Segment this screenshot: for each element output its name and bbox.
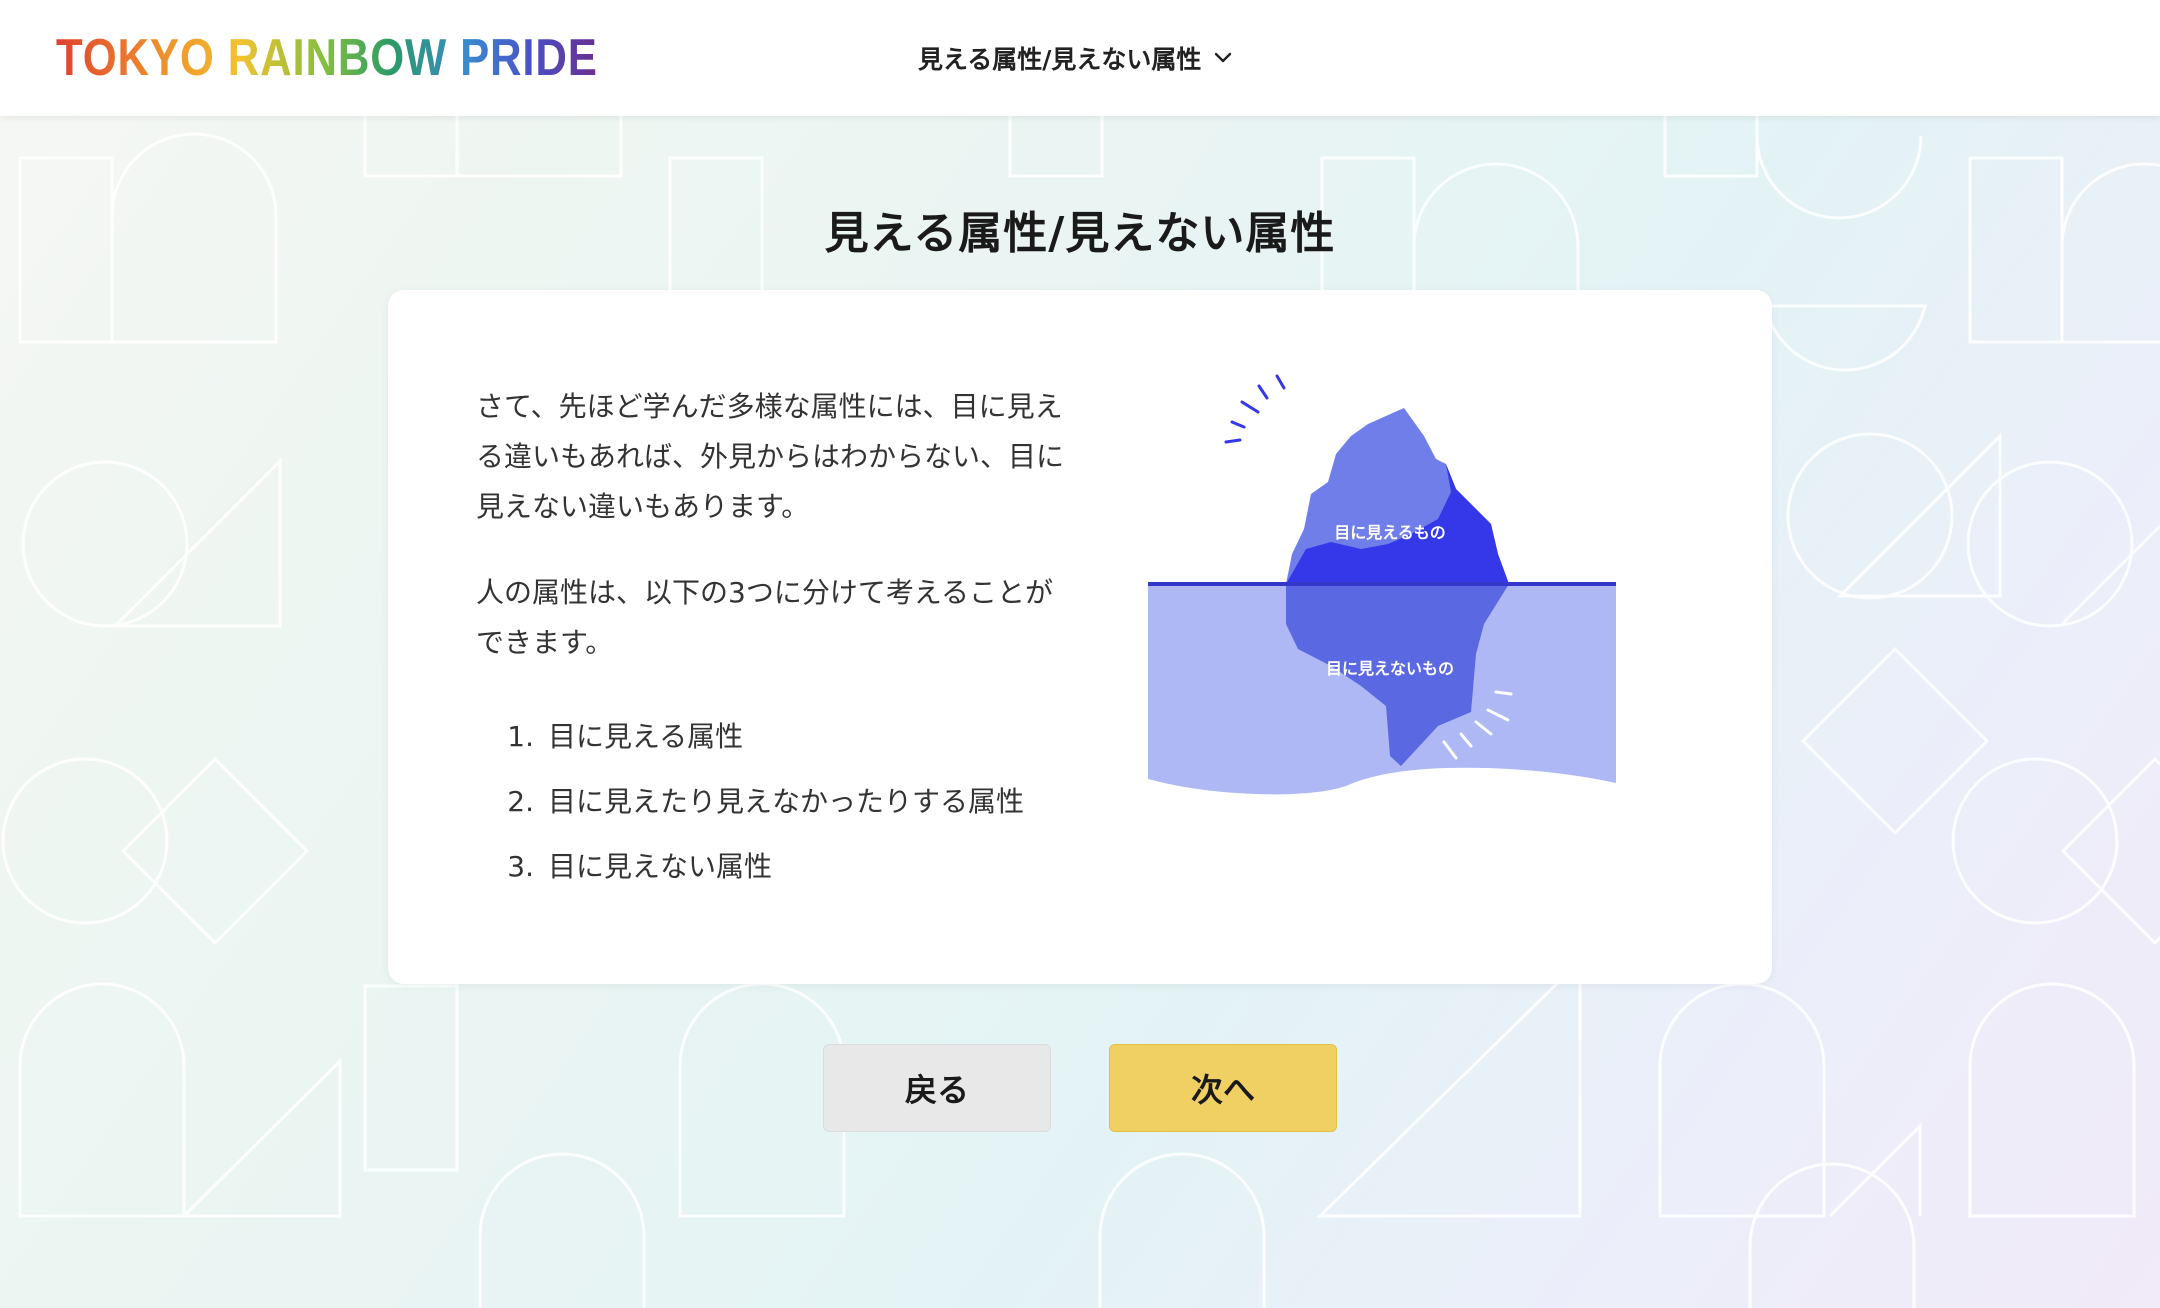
next-button[interactable]: 次へ (1109, 1044, 1337, 1132)
list-item-number: 3. (507, 849, 534, 883)
tokyo-rainbow-pride-logo[interactable]: TOKYO RAINBOW PRIDE (56, 28, 598, 88)
attribute-list: 1. 目に見える属性 2. 目に見えたり見えなかったりする属性 3. 目に見えない属性 (476, 704, 1076, 899)
intro-paragraph: さて、先ほど学んだ多様な属性には、目に見える違いもあれば、外見からはわからない、… (476, 390, 1065, 523)
list-item-number: 1. (507, 719, 534, 753)
section-dropdown-label: 見える属性/見えない属性 (918, 45, 1202, 74)
section-dropdown[interactable]: 見える属性/見えない属性 (918, 38, 1233, 78)
list-item-text: 目に見える属性 (548, 719, 744, 753)
iceberg-illustration: 目に見えるもの 目に見えないもの (1148, 374, 1616, 795)
list-item-text: 目に見えない属性 (548, 849, 773, 883)
list-item: 1. 目に見える属性 (476, 704, 1076, 769)
chevron-down-icon (1215, 52, 1232, 63)
back-button[interactable]: 戻る (823, 1044, 1051, 1132)
iceberg-below-label: 目に見えないもの (1326, 659, 1454, 678)
content-card: さて、先ほど学んだ多様な属性には、目に見える違いもあれば、外見からはわからない、… (388, 290, 1772, 984)
card-text-block: さて、先ほど学んだ多様な属性には、目に見える違いもあれば、外見からはわからない、… (476, 382, 1076, 899)
list-item-text: 目に見えたり見えなかったりする属性 (548, 784, 1025, 818)
list-item-number: 2. (507, 784, 534, 818)
attributes-paragraph: 人の属性は、以下の3つに分けて考えることができます。 (476, 576, 1053, 659)
top-navigation-bar: TOKYO RAINBOW PRIDE 見える属性/見えない属性 (0, 0, 2160, 116)
list-item: 2. 目に見えたり見えなかったりする属性 (476, 769, 1076, 834)
iceberg-above-label: 目に見えるもの (1334, 523, 1446, 542)
list-item: 3. 目に見えない属性 (476, 834, 1076, 899)
page-title: 見える属性/見えない属性 (824, 208, 1336, 260)
